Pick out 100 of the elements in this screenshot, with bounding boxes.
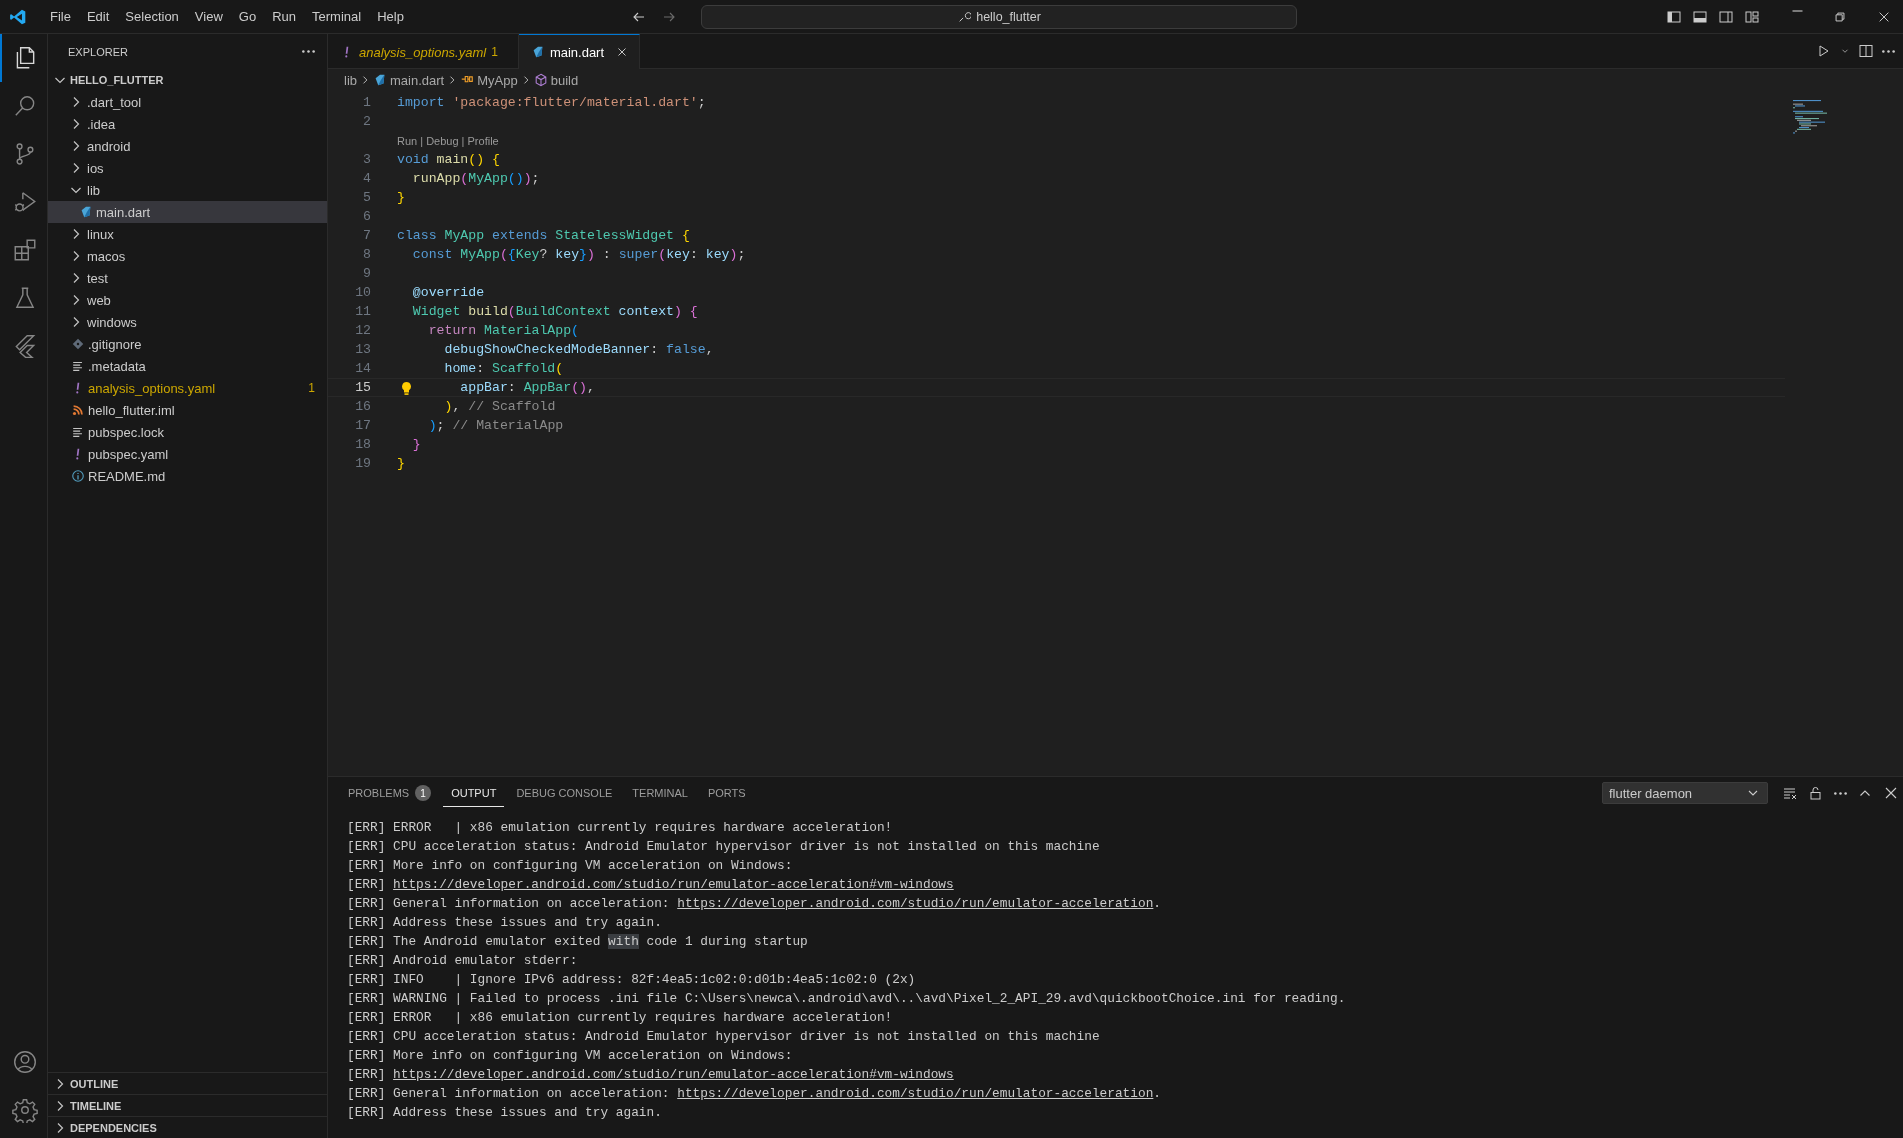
sidebar-title: EXPLORER [68, 45, 128, 58]
link[interactable]: https://developer.android.com/studio/run/emulator-acceleration [677, 1086, 1154, 1101]
tree-item[interactable]: test [48, 267, 327, 289]
panel-tab[interactable]: TERMINAL [624, 779, 696, 807]
count-badge: 1 [415, 785, 432, 801]
tree-item[interactable]: .dart_tool [48, 91, 327, 113]
tree-item[interactable]: .gitignore [48, 333, 327, 355]
section-header[interactable]: OUTLINE [48, 1072, 327, 1094]
tree-item[interactable]: .idea [48, 113, 327, 135]
output-line: [ERR] ERROR | x86 emulation currently requires hardware acceleration! [347, 1009, 894, 1027]
section-title: TIMELINE [70, 1099, 122, 1112]
code-line: runApp(MyApp()); [412, 171, 540, 186]
tree-item[interactable]: ios [48, 157, 327, 179]
output-line: [ERR] General information on acceleration: https://developer.android.com/studio/run/emulator-acceleration. [347, 1085, 1163, 1103]
section-title: DEPENDENCIES [70, 1121, 157, 1134]
menu-item[interactable]: Help [370, 6, 411, 27]
breadcrumb-item[interactable]: lib [344, 72, 357, 88]
line-number: 14 [355, 361, 371, 376]
section-header[interactable]: TIMELINE [48, 1094, 327, 1116]
tree-item[interactable]: windows [48, 311, 327, 333]
file-name: .idea [87, 116, 117, 132]
tree-item[interactable]: analysis_options.yaml 1 [48, 377, 327, 399]
tree-item[interactable]: macos [48, 245, 327, 267]
settings-icon[interactable] [11, 1097, 38, 1123]
code-line: ); // MaterialApp [428, 418, 564, 433]
menu-item[interactable]: View [187, 6, 230, 27]
editor-tab[interactable]: main.dart [518, 34, 641, 69]
tree-item[interactable]: pubspec.lock [48, 421, 327, 443]
tree-item[interactable]: lib [48, 179, 327, 201]
link[interactable]: https://developer.android.com/studio/run/emulator-acceleration [677, 896, 1154, 911]
account-icon[interactable] [11, 1049, 38, 1075]
menu-item[interactable]: Run [265, 6, 303, 27]
menu-item[interactable]: Edit [79, 6, 117, 27]
problem-count: 1 [308, 381, 315, 395]
code-line: const MyApp({Key? key}) : super(key: key); [412, 247, 746, 262]
file-name: test [87, 270, 109, 286]
lines-file-icon [71, 425, 85, 439]
secondary-sidebar-icon [1718, 8, 1734, 25]
breadcrumb-item[interactable]: MyApp [460, 72, 518, 88]
line-number: 4 [363, 171, 371, 186]
file-name: .gitignore [88, 336, 143, 352]
lines-file-icon [71, 359, 85, 373]
more-icon[interactable] [1882, 49, 1895, 53]
line-number: 7 [363, 228, 371, 243]
menu-item[interactable]: Terminal [305, 6, 369, 27]
section-header[interactable]: DEPENDENCIES [48, 1116, 327, 1138]
output-line: [ERR] More info on configuring VM acceleration on Windows: [347, 857, 794, 875]
panel-tab[interactable]: PORTS [699, 779, 754, 807]
code-line: @override [412, 285, 485, 300]
tree-item[interactable]: linux [48, 223, 327, 245]
file-name: analysis_options.yaml [88, 380, 217, 396]
tree-item[interactable]: .metadata [48, 355, 327, 377]
cube-icon [533, 73, 548, 87]
output-line: [ERR] CPU acceleration status: Android Emulator hypervisor driver is not installed on this machine [347, 1028, 1101, 1046]
file-name: README.md [88, 468, 167, 484]
sidebar-toggle-icon [1666, 8, 1682, 25]
tree-item[interactable]: README.md [48, 465, 327, 487]
command-center[interactable]: hello_flutter [701, 4, 1297, 29]
feed-icon [71, 403, 85, 417]
output-channel-dropdown[interactable]: flutter daemon [1602, 782, 1768, 804]
dart-file-icon [373, 73, 387, 87]
tree-item[interactable]: android [48, 135, 327, 157]
more-icon[interactable] [302, 50, 315, 53]
file-name: hello_flutter.iml [88, 402, 176, 418]
tree-item[interactable]: pubspec.yaml [48, 443, 327, 465]
output-line: [ERR] CPU acceleration status: Android Emulator hypervisor driver is not installed on this machine [347, 838, 1101, 856]
menu-item[interactable]: Selection [118, 6, 186, 27]
breadcrumb-item[interactable]: build [533, 72, 579, 88]
panel-tab[interactable]: OUTPUT [443, 779, 505, 807]
file-name: .dart_tool [87, 94, 143, 110]
menu-item[interactable]: Go [231, 6, 264, 27]
project-header[interactable]: HELLO_FLUTTER [48, 69, 327, 91]
link[interactable]: https://developer.android.com/studio/run/emulator-acceleration#vm-windows [393, 1067, 954, 1082]
output-line: [ERR] WARNING | Failed to process .ini file C:\Users\newca\.android\avd\..\avd\Pixel_2_API_29.avd\quickbootChoice.ini for reading. [347, 990, 1347, 1008]
codelens-actions[interactable]: Run | Debug | Profile [397, 134, 499, 147]
line-number: 2 [363, 114, 371, 129]
code-line: import 'package:flutter/material.dart'; [397, 95, 706, 110]
code-line: appBar: AppBar(), [460, 380, 595, 395]
line-number: 15 [355, 380, 371, 395]
file-name: windows [87, 314, 138, 330]
tree-item[interactable]: hello_flutter.iml [48, 399, 327, 421]
menu-item[interactable]: File [43, 6, 78, 27]
tab-label: main.dart [549, 44, 605, 60]
panel-tab[interactable]: DEBUG CONSOLE [508, 779, 621, 807]
lightbulb-icon[interactable] [402, 382, 411, 395]
link[interactable]: https://developer.android.com/studio/run/emulator-acceleration#vm-windows [393, 877, 954, 892]
line-number: 17 [355, 418, 371, 433]
output-line: [ERR] https://developer.android.com/studio/run/emulator-acceleration#vm-windows [347, 1066, 955, 1084]
tree-item[interactable]: main.dart [48, 201, 327, 223]
line-number: 11 [355, 304, 371, 319]
output-line: [ERR] Address these issues and try again. [347, 1104, 663, 1122]
more-icon[interactable] [1834, 791, 1847, 795]
panel-tab[interactable]: PROBLEMS 1 [340, 779, 440, 807]
tree-item[interactable]: web [48, 289, 327, 311]
file-name: .metadata [88, 358, 147, 374]
file-name: main.dart [96, 204, 152, 220]
editor-tab[interactable]: analysis_options.yaml 1 [328, 34, 519, 69]
code-line: class MyApp extends StatelessWidget { [397, 228, 690, 243]
code-line: return MaterialApp( [428, 323, 580, 338]
breadcrumb-item[interactable]: main.dart [373, 72, 445, 88]
